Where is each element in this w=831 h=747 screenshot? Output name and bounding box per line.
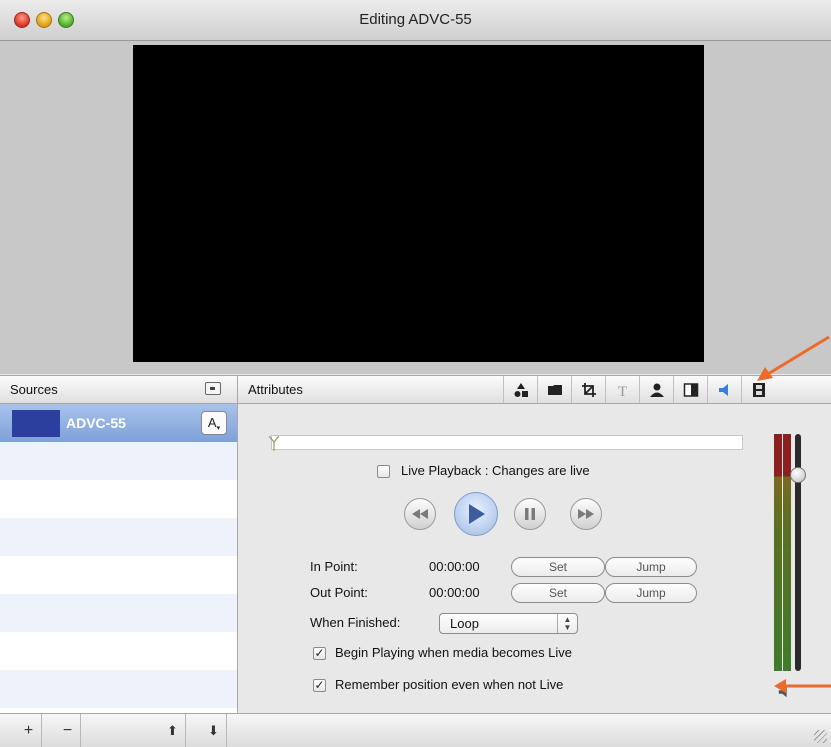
attributes-header: Attributes T [238,375,831,404]
out-point-set-button[interactable]: Set [511,583,605,603]
source-type-badge[interactable]: A▾ [201,411,227,435]
person-icon [649,383,664,397]
attribute-tabs: T [503,376,775,403]
titlebar: Editing ADVC-55 [0,0,831,41]
sources-header-label: Sources [10,382,58,397]
attributes-header-label: Attributes [248,382,303,397]
out-point-value: 00:00:00 [429,585,480,600]
move-up-button[interactable]: ⬆ [160,714,186,747]
sources-list: ADVC-55 A▾ [0,404,238,713]
pause-icon [525,508,535,520]
folder-icon [547,384,562,395]
source-row-advc-55[interactable]: ADVC-55 A▾ [0,404,237,442]
tab-text[interactable]: T [605,376,639,403]
rewind-icon [412,509,428,519]
when-finished-label: When Finished: [310,615,401,630]
out-point-label: Out Point: [310,585,368,600]
preview-area [0,41,831,374]
window-title: Editing ADVC-55 [359,11,472,28]
begin-playing-label: Begin Playing when media becomes Live [335,645,573,660]
timeline-scrubber[interactable] [269,435,743,451]
audio-meter-left [774,434,782,671]
audio-meter-right [783,434,791,671]
video-preview [133,45,704,362]
crop-icon [581,382,596,397]
bottom-toolbar: + − ⬆ ⬇ [0,713,831,747]
text-icon: T [618,384,627,398]
attributes-panel: Live Playback : Changes are live In Poin… [238,404,831,713]
in-point-value: 00:00:00 [429,559,480,574]
volume-slider-knob[interactable] [790,467,806,484]
source-thumbnail [12,410,60,437]
tab-audio[interactable] [707,376,741,403]
preview-toggle-icon[interactable] [205,382,221,395]
sources-header: Sources [0,375,238,404]
remember-position-checkbox[interactable]: ✓ [313,679,326,692]
rewind-button[interactable] [404,498,436,530]
select-arrows-icon: ▲ ▼ [557,614,577,633]
annotation-arrow-speaker [774,679,831,693]
begin-playing-checkbox[interactable]: ✓ [313,647,326,660]
in-point-jump-button[interactable]: Jump [605,557,697,577]
remove-source-button[interactable]: − [55,714,81,747]
split-icon [683,382,698,397]
out-point-jump-button[interactable]: Jump [605,583,697,603]
tab-folder[interactable] [537,376,571,403]
shapes-icon [514,382,528,397]
play-icon [469,504,485,524]
tab-person[interactable] [639,376,673,403]
resize-grip-icon[interactable] [814,730,827,743]
in-point-label: In Point: [310,559,358,574]
add-source-button[interactable]: + [16,714,42,747]
pause-button[interactable] [514,498,546,530]
fast-forward-button[interactable] [570,498,602,530]
remember-position-label: Remember position even when not Live [335,677,564,692]
source-name: ADVC-55 [66,415,126,431]
speaker-icon [718,383,728,396]
tab-crop[interactable] [571,376,605,403]
window: Editing ADVC-55 Sources Attributes T ADV… [0,0,831,747]
live-playback-checkbox[interactable] [377,465,390,478]
playhead-icon[interactable] [269,436,279,451]
fast-forward-icon [578,509,594,519]
annotation-arrow-tab [757,335,830,381]
tab-shapes[interactable] [503,376,537,403]
in-point-set-button[interactable]: Set [511,557,605,577]
move-down-button[interactable]: ⬇ [201,714,227,747]
live-playback-label: Live Playback : Changes are live [401,463,590,478]
when-finished-value: Loop [450,616,479,631]
when-finished-select[interactable]: Loop ▲ ▼ [439,613,578,634]
tab-split[interactable] [673,376,707,403]
svg-text:T: T [618,384,627,398]
play-button[interactable] [454,492,498,536]
